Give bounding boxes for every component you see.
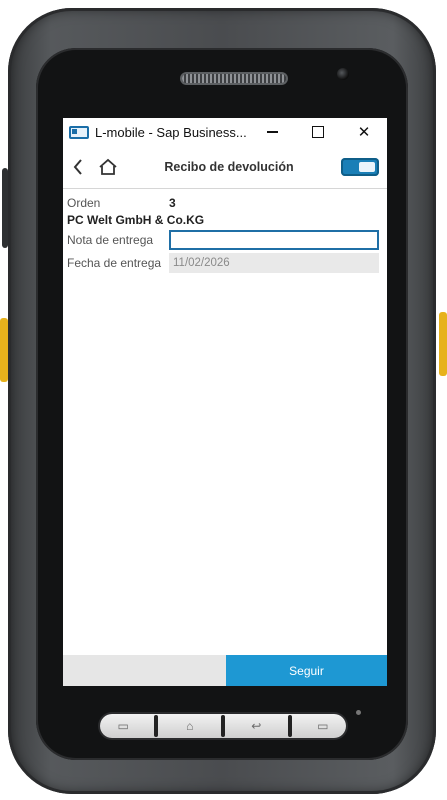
app-header: Recibo de devolución bbox=[63, 146, 387, 189]
maximize-icon bbox=[312, 126, 324, 138]
camera-icon bbox=[337, 68, 349, 80]
menu-key[interactable]: ▭ bbox=[308, 720, 338, 732]
close-button[interactable]: ✕ bbox=[341, 118, 387, 146]
side-button-volume[interactable] bbox=[2, 168, 8, 248]
delivery-date-field: 11/02/2026 bbox=[169, 253, 379, 273]
maximize-button[interactable] bbox=[295, 118, 341, 146]
window-title: L-mobile - Sap Business... bbox=[95, 124, 247, 140]
device-nav-bar: ▭ ⌂ ↩ ▭ bbox=[100, 714, 346, 738]
order-row: Orden 3 bbox=[67, 193, 383, 212]
nav-divider bbox=[287, 715, 292, 737]
company-name: PC Welt GmbH & Co.KG bbox=[67, 212, 383, 228]
back-button[interactable] bbox=[63, 146, 93, 188]
nav-divider bbox=[220, 715, 225, 737]
form-content: Orden 3 PC Welt GmbH & Co.KG Nota de ent… bbox=[63, 189, 387, 274]
app-logo-icon bbox=[69, 125, 89, 139]
delivery-note-input[interactable] bbox=[169, 230, 379, 250]
continue-button[interactable]: Seguir bbox=[226, 655, 387, 686]
delivery-note-row: Nota de entrega bbox=[67, 229, 383, 251]
earpiece-speaker bbox=[182, 74, 286, 83]
page-title: Recibo de devolución bbox=[164, 160, 294, 174]
company-name-text: PC Welt GmbH & Co.KG bbox=[67, 213, 205, 227]
screen: L-mobile - Sap Business... ✕ Recibo de d… bbox=[63, 118, 387, 686]
home-button[interactable] bbox=[93, 146, 123, 188]
side-scan-button-left[interactable] bbox=[0, 318, 8, 382]
delivery-date-row: Fecha de entrega 11/02/2026 bbox=[67, 252, 383, 274]
toggle-icon[interactable] bbox=[341, 158, 379, 176]
side-scan-button-right[interactable] bbox=[439, 312, 447, 376]
footer-empty-area bbox=[63, 655, 226, 686]
chevron-left-icon bbox=[73, 159, 82, 175]
footer-bar: Seguir bbox=[63, 655, 387, 686]
delivery-date-label: Fecha de entrega bbox=[67, 256, 162, 270]
recent-apps-key[interactable]: ▭ bbox=[108, 720, 138, 732]
close-icon: ✕ bbox=[357, 124, 371, 141]
home-icon bbox=[99, 158, 117, 175]
order-label: Orden bbox=[67, 195, 101, 210]
window-titlebar: L-mobile - Sap Business... ✕ bbox=[63, 118, 387, 146]
nav-divider bbox=[154, 715, 159, 737]
minimize-button[interactable] bbox=[249, 118, 295, 146]
home-key[interactable]: ⌂ bbox=[175, 720, 205, 732]
order-value: 3 bbox=[169, 195, 176, 210]
back-key[interactable]: ↩ bbox=[241, 720, 271, 732]
minimize-icon bbox=[266, 131, 278, 133]
delivery-note-label: Nota de entrega bbox=[67, 233, 154, 247]
status-led bbox=[356, 710, 361, 715]
